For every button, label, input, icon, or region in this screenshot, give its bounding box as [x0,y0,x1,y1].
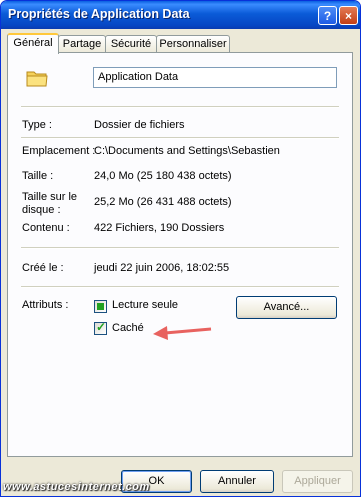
red-arrow-annotation [153,326,212,340]
folder-name-input[interactable]: Application Data [93,67,337,88]
location-value: C:\Documents and Settings\Sebastien [94,145,280,157]
tab-general[interactable]: Général [7,33,59,54]
contents-label: Contenu : [22,222,70,234]
disk-size-label-line2: disque : [22,204,61,216]
divider [21,137,339,139]
checkmark-icon: ✓ [96,320,107,334]
tab-partage[interactable]: Partage [58,35,106,53]
created-label: Créé le : [22,262,64,274]
close-button[interactable]: × [339,6,358,25]
size-label: Taille : [22,170,54,182]
hidden-checkbox[interactable]: ✓ [94,320,107,335]
window-title: Propriétés de Application Data [8,7,190,21]
disk-size-value: 25,2 Mo (26 431 488 octets) [94,196,232,208]
disk-size-label-line1: Taille sur le [22,191,78,203]
cancel-button[interactable]: Annuler [200,470,274,493]
contents-value: 422 Fichiers, 190 Dossiers [94,222,225,234]
created-value: jeudi 22 juin 2006, 18:02:55 [94,262,230,274]
tab-securite[interactable]: Sécurité [105,35,157,53]
divider [21,247,339,249]
general-tab-panel [7,52,353,457]
title-bar[interactable]: Propriétés de Application Data ? × [1,1,360,29]
attributes-label: Attributs : [22,299,69,311]
properties-dialog: Propriétés de Application Data ? × Génér… [0,0,361,497]
advanced-button[interactable]: Avancé... [236,296,337,319]
size-value: 24,0 Mo (25 180 438 octets) [94,170,232,182]
location-label: Emplacement : [22,145,96,157]
help-button[interactable]: ? [318,6,337,25]
hidden-label[interactable]: Caché [112,322,144,334]
watermark: www.astucesinternet.com [3,481,150,493]
type-label: Type : [22,119,52,131]
tab-personnaliser[interactable]: Personnaliser [156,35,230,53]
readonly-checkbox[interactable] [94,300,107,313]
apply-button[interactable]: Appliquer [282,470,353,493]
divider [21,286,339,288]
readonly-label[interactable]: Lecture seule [112,299,178,311]
folder-icon [26,71,48,87]
type-value: Dossier de fichiers [94,119,185,131]
divider [21,106,339,108]
